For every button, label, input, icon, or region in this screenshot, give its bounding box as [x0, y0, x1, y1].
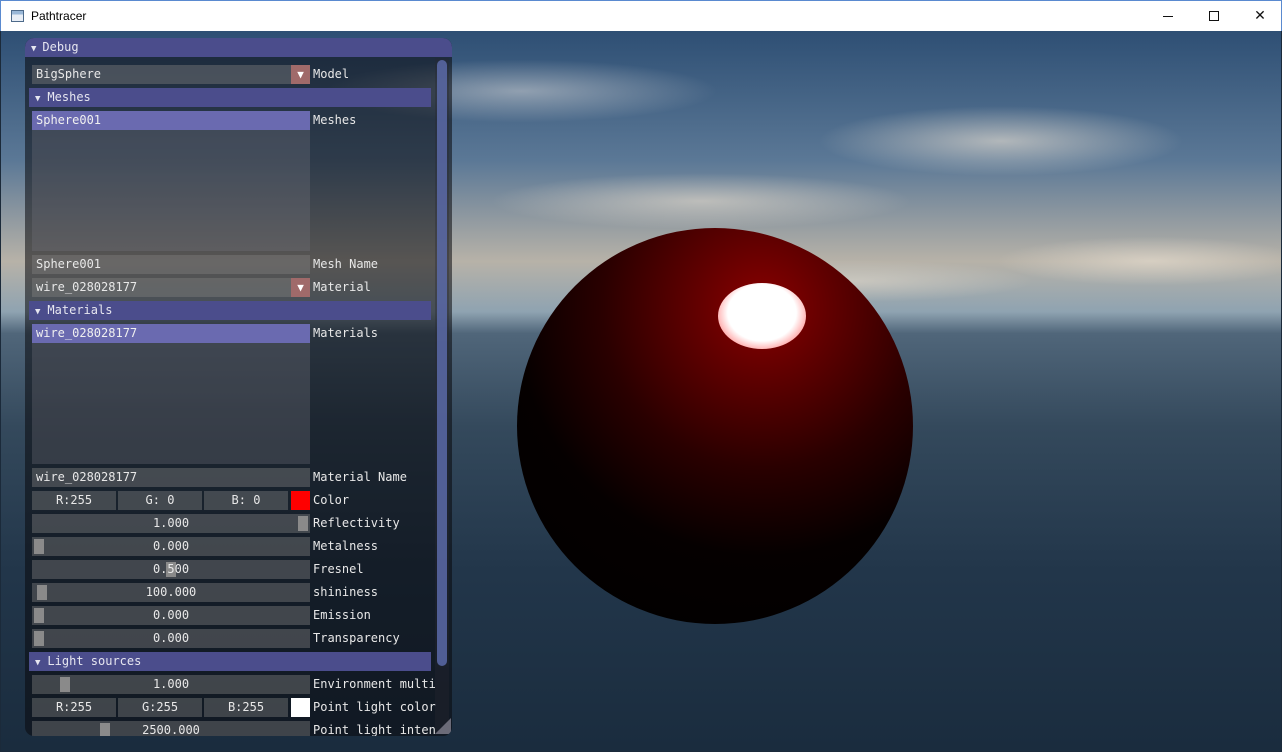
- collapse-triangle-icon: ▼: [31, 44, 37, 54]
- window-title: Pathtracer: [31, 9, 87, 23]
- chevron-down-icon[interactable]: ▼: [291, 278, 310, 297]
- light-sources-header[interactable]: ▼ Light sources: [29, 652, 431, 671]
- color-g-field[interactable]: G: 0: [118, 491, 202, 510]
- debug-title-text: Debug: [42, 40, 79, 54]
- point-light-intensity-value: 2500.000: [142, 723, 200, 736]
- fresnel-row: 0.500 Fresnel: [32, 560, 432, 579]
- point-light-color-row: R:255 G:255 B:255 Point light color: [32, 698, 436, 717]
- meshes-listbox[interactable]: Sphere001: [32, 111, 310, 251]
- chevron-down-icon[interactable]: ▼: [291, 65, 310, 84]
- rendered-sphere: [517, 228, 913, 624]
- fresnel-value: 0.500: [152, 562, 190, 576]
- shininess-value: 100.000: [145, 585, 197, 599]
- mesh-name-label: Mesh Name: [313, 257, 379, 271]
- metalness-slider[interactable]: 0.000: [32, 537, 310, 556]
- model-combo-value: BigSphere: [36, 67, 102, 81]
- reflectivity-row: 1.000 Reflectivity: [32, 514, 432, 533]
- minimize-button[interactable]: [1145, 1, 1191, 31]
- specular-highlight: [718, 283, 806, 349]
- close-button[interactable]: ✕: [1237, 1, 1282, 31]
- minimize-icon: [1163, 15, 1173, 17]
- point-light-intensity-slider[interactable]: 2500.000: [32, 721, 310, 736]
- app-icon: [11, 10, 24, 22]
- emission-label: Emission: [313, 608, 371, 622]
- metalness-row: 0.000 Metalness: [32, 537, 432, 556]
- fresnel-label: Fresnel: [313, 562, 364, 576]
- close-icon: ✕: [1254, 8, 1266, 24]
- mesh-name-row: Sphere001 Mesh Name: [32, 255, 432, 274]
- metalness-value: 0.000: [152, 539, 190, 553]
- material-combo-value: wire_028028177: [36, 280, 138, 294]
- debug-panel: ▼ Debug BigSphere ▼ Model ▼ Meshes Sphere0…: [25, 38, 452, 736]
- light-sources-header-text: Light sources: [47, 654, 142, 668]
- mesh-name-input[interactable]: Sphere001: [32, 255, 310, 274]
- fresnel-slider[interactable]: 0.500: [32, 560, 310, 579]
- shininess-label: shininess: [313, 585, 379, 599]
- maximize-icon: [1209, 11, 1219, 21]
- resize-grip[interactable]: [435, 718, 451, 734]
- material-name-row: wire_028028177 Material Name: [32, 468, 432, 487]
- meshes-label: Meshes: [313, 113, 357, 127]
- material-row: wire_028028177 ▼ Material: [32, 278, 432, 297]
- color-swatch[interactable]: [291, 491, 310, 510]
- point-light-swatch[interactable]: [291, 698, 310, 717]
- list-item[interactable]: Sphere001: [32, 111, 310, 130]
- color-b-field[interactable]: B: 0: [204, 491, 288, 510]
- materials-label: Materials: [313, 326, 379, 340]
- model-label: Model: [313, 67, 350, 81]
- material-name-input[interactable]: wire_028028177: [32, 468, 310, 487]
- materials-header[interactable]: ▼ Materials: [29, 301, 431, 320]
- debug-panel-title[interactable]: ▼ Debug: [25, 38, 452, 57]
- emission-slider[interactable]: 0.000: [32, 606, 310, 625]
- transparency-row: 0.000 Transparency: [32, 629, 432, 648]
- transparency-slider[interactable]: 0.000: [32, 629, 310, 648]
- point-light-color-label: Point light color: [313, 700, 436, 714]
- maximize-button[interactable]: [1191, 1, 1237, 31]
- color-row: R:255 G: 0 B: 0 Color: [32, 491, 432, 510]
- point-light-intensity-row: 2500.000 Point light inten: [32, 721, 436, 736]
- env-multiplier-slider[interactable]: 1.000: [32, 675, 310, 694]
- window-titlebar: Pathtracer ✕: [0, 0, 1282, 31]
- point-light-g-field[interactable]: G:255: [118, 698, 202, 717]
- color-label: Color: [313, 493, 350, 507]
- point-light-r-field[interactable]: R:255: [32, 698, 116, 717]
- metalness-label: Metalness: [313, 539, 379, 553]
- meshes-header-text: Meshes: [47, 90, 91, 104]
- env-multiplier-row: 1.000 Environment multi: [32, 675, 436, 694]
- collapse-triangle-icon: ▼: [35, 307, 41, 317]
- transparency-label: Transparency: [313, 631, 400, 645]
- emission-row: 0.000 Emission: [32, 606, 432, 625]
- materials-listbox[interactable]: wire_028028177: [32, 324, 310, 464]
- point-light-intensity-label: Point light inten: [313, 723, 436, 736]
- reflectivity-slider[interactable]: 1.000: [32, 514, 310, 533]
- shininess-slider[interactable]: 100.000: [32, 583, 310, 602]
- point-light-b-field[interactable]: B:255: [204, 698, 288, 717]
- collapse-triangle-icon: ▼: [35, 658, 41, 668]
- material-label: Material: [313, 280, 371, 294]
- list-item[interactable]: wire_028028177: [32, 324, 310, 343]
- shininess-row: 100.000 shininess: [32, 583, 432, 602]
- env-multiplier-label: Environment multi: [313, 677, 436, 691]
- transparency-value: 0.000: [152, 631, 190, 645]
- model-row: BigSphere ▼ Model: [32, 65, 432, 84]
- meshes-header[interactable]: ▼ Meshes: [29, 88, 431, 107]
- reflectivity-label: Reflectivity: [313, 516, 400, 530]
- materials-header-text: Materials: [47, 303, 113, 317]
- collapse-triangle-icon: ▼: [35, 94, 41, 104]
- model-combo[interactable]: BigSphere ▼: [32, 65, 310, 84]
- env-multiplier-value: 1.000: [152, 677, 190, 691]
- emission-value: 0.000: [152, 608, 190, 622]
- material-name-label: Material Name: [313, 470, 407, 484]
- reflectivity-value: 1.000: [152, 516, 190, 530]
- material-combo[interactable]: wire_028028177 ▼: [32, 278, 310, 297]
- scrollbar-thumb[interactable]: [437, 60, 447, 666]
- color-r-field[interactable]: R:255: [32, 491, 116, 510]
